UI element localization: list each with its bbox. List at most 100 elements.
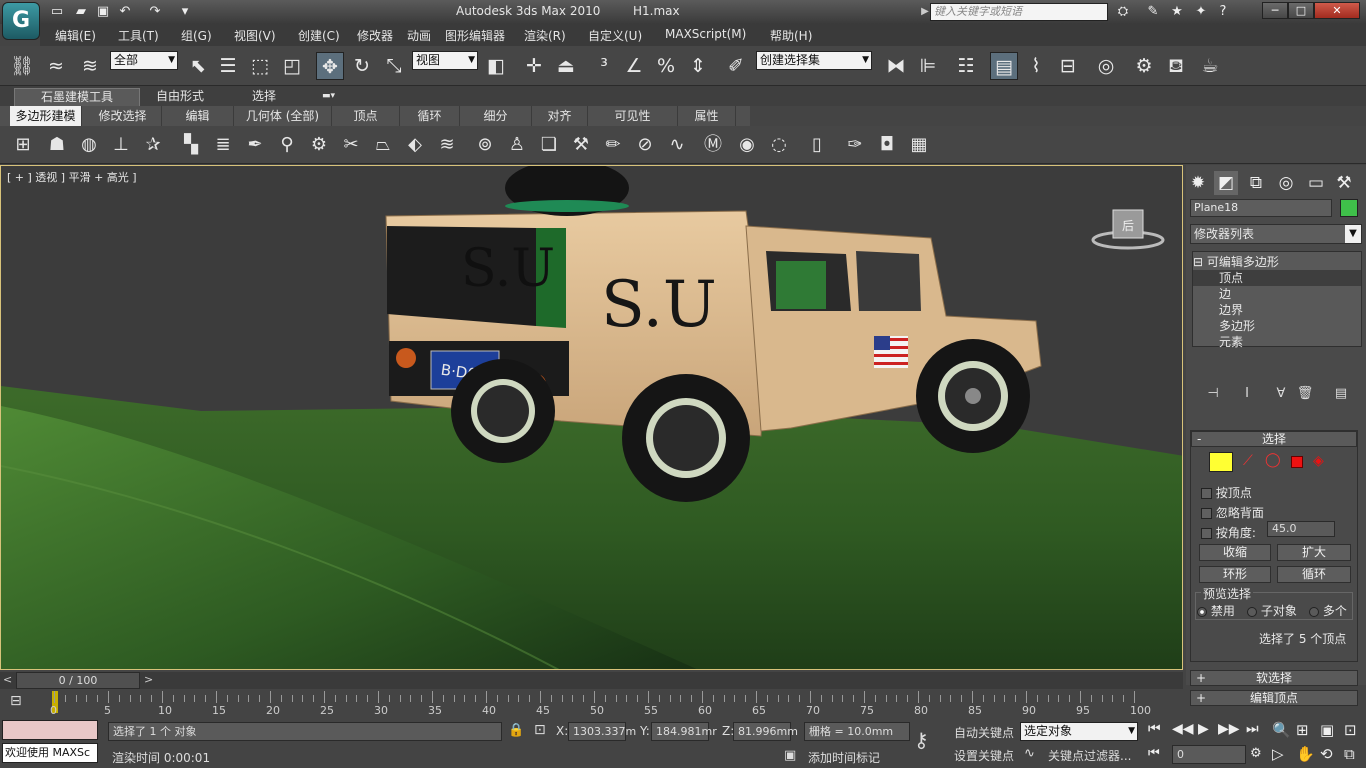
manipulate-icon[interactable]: ✛ [520, 52, 548, 80]
doc-icon[interactable]: ▯ [804, 132, 830, 158]
loop-button[interactable]: 循环 [1277, 566, 1351, 583]
menu-customize[interactable]: 自定义(U) [588, 27, 642, 44]
select-by-name-icon[interactable]: ☰ [214, 52, 242, 80]
pivot-center-icon[interactable]: ◧ [482, 52, 510, 80]
camera-icon[interactable]: ◘ [874, 132, 900, 158]
time-config-icon[interactable]: ⚙ [1250, 746, 1262, 761]
menu-maxscript[interactable]: MAXScript(M) [665, 27, 746, 41]
edge-mode-icon[interactable]: ⟋ [1243, 453, 1253, 469]
new-file-icon[interactable]: ▭ [48, 3, 66, 21]
configure-sets-icon[interactable]: ▤ [1332, 385, 1350, 403]
zoom-extents-icon[interactable]: ▣ [1320, 721, 1334, 739]
brush-icon[interactable]: ✒ [242, 132, 268, 158]
viewport-label[interactable]: [ + ] 透视 ] 平滑 + 高光 ] [7, 169, 137, 185]
preview-off-radio[interactable]: 禁用 [1197, 602, 1235, 619]
mirror-icon[interactable]: ⧓ [882, 52, 910, 80]
curve-editor-icon[interactable]: ⌇ [1022, 52, 1050, 80]
info-center-icon[interactable]: ✦ [1192, 3, 1210, 21]
pencil-icon[interactable]: ✏ [600, 132, 626, 158]
vertex-mode-icon[interactable] [1209, 452, 1233, 472]
utilities-tab-icon[interactable]: ⚒ [1332, 171, 1356, 195]
search-input[interactable]: 键入关键字或短语 [930, 3, 1108, 21]
tab-graphite-modeling[interactable]: 石墨建模工具 [14, 88, 140, 106]
key-mode-icon[interactable]: ∿ [1024, 746, 1035, 761]
modify-tab-icon[interactable]: ◩ [1214, 171, 1238, 195]
rendered-frame-icon[interactable]: ⛾ [1162, 52, 1190, 80]
remove-modifier-icon[interactable]: 🗑 [1296, 385, 1314, 403]
track-bar[interactable]: ⊟ 0 5 10 15 20 25 30 35 40 45 50 55 60 65 70 75 80 85 90 95… [0, 689, 1183, 717]
z-coordinate[interactable]: 81.996mm [733, 722, 798, 741]
select-object-icon[interactable]: ⬉ [184, 52, 212, 80]
panel-geometry-all[interactable]: 几何体 (全部) [234, 106, 332, 126]
compass-icon[interactable]: ⊘ [632, 132, 658, 158]
minimize-button[interactable]: ─ [1262, 2, 1288, 19]
time-slider[interactable]: < 0 / 100 > [0, 672, 1183, 689]
star-pin-icon[interactable]: ✰ [140, 132, 166, 158]
menu-modifiers[interactable]: 修改器 [357, 27, 393, 44]
selection-filter-dropdown[interactable]: 全部 ▼ [110, 51, 178, 70]
polygon-mode-icon[interactable] [1291, 456, 1303, 468]
app-menu-logo-icon[interactable]: G [2, 2, 40, 40]
ring-button[interactable]: 环形 [1199, 566, 1271, 583]
render-setup-icon[interactable]: ⚙ [1130, 52, 1158, 80]
menu-animation[interactable]: 动画 [407, 27, 431, 44]
absolute-mode-icon[interactable]: ⊡ [534, 722, 546, 738]
by-vertex-option[interactable]: 按顶点 [1201, 484, 1252, 501]
maximize-button[interactable]: □ [1288, 2, 1314, 19]
key-target-dropdown[interactable]: 选定对象 ▼ [1020, 722, 1138, 741]
panel-properties[interactable]: 属性 [678, 106, 736, 126]
modifier-list-dropdown[interactable]: 修改器列表 ▼ [1190, 224, 1362, 244]
favorites-icon[interactable]: ★ [1168, 3, 1186, 21]
wave-icon[interactable]: ≋ [434, 132, 460, 158]
by-angle-option[interactable]: 按角度: [1201, 524, 1256, 541]
ignore-backfacing-option[interactable]: 忽略背面 [1201, 504, 1264, 521]
rectangular-selection-icon[interactable]: ⬚ [246, 52, 274, 80]
set-key-button[interactable]: 设置关键点 [954, 747, 1014, 764]
grow-button[interactable]: 扩大 [1277, 544, 1351, 561]
maximize-viewport-icon[interactable]: ⧉ [1344, 745, 1355, 763]
layers-icon[interactable]: ≣ [210, 132, 236, 158]
panel-visibility[interactable]: 可见性 [588, 106, 678, 126]
preview-subobject-radio[interactable]: 子对象 [1247, 602, 1297, 619]
link-icon[interactable]: ⛓ [8, 52, 36, 80]
shrink-button[interactable]: 收缩 [1199, 544, 1271, 561]
edit-named-selection-icon[interactable]: ✐ [722, 52, 750, 80]
menu-group[interactable]: 组(G) [181, 27, 212, 44]
menu-graph-editors[interactable]: 图形编辑器 [445, 27, 505, 44]
object-color-swatch[interactable] [1340, 199, 1358, 217]
goto-start-icon[interactable]: ⏮ [1148, 721, 1161, 737]
binoculars-icon[interactable]: ⛭ [1114, 3, 1132, 21]
y-coordinate[interactable]: 184.981mr [651, 722, 717, 741]
checker-icon[interactable]: ▚ [178, 132, 204, 158]
next-frame-button-icon[interactable]: ▶▶ [1218, 721, 1240, 737]
graphite-toggle-icon[interactable]: ▤ [990, 52, 1018, 80]
panel-align[interactable]: 对齐 [532, 106, 588, 126]
pivot-icon[interactable]: ⊥ [108, 132, 134, 158]
spiral-icon[interactable]: ◌ [766, 132, 792, 158]
material-editor-icon[interactable]: ◎ [1092, 52, 1120, 80]
menu-rendering[interactable]: 渲染(R) [524, 27, 566, 44]
extrude-icon[interactable]: ⏢ [370, 132, 396, 158]
named-selection-dropdown[interactable]: 创建选择集 ▼ [756, 51, 872, 70]
panel-loops[interactable]: 循环 [400, 106, 460, 126]
window-crossing-icon[interactable]: ◰ [278, 52, 306, 80]
open-file-icon[interactable]: ▰ [72, 3, 90, 21]
angle-spinner[interactable]: 45.0 [1267, 521, 1335, 537]
menu-tools[interactable]: 工具(T) [118, 27, 159, 44]
tab-freeform[interactable]: 自由形式 [150, 88, 210, 106]
selection-rollout-header[interactable]: - 选择 [1191, 431, 1357, 447]
panel-polygon-modeling[interactable]: 多边形建模 [10, 106, 82, 126]
squiggle-icon[interactable]: ∿ [664, 132, 690, 158]
zoom-extents-all-icon[interactable]: ⊡ [1344, 721, 1357, 739]
menu-help[interactable]: 帮助(H) [770, 27, 812, 44]
make-unique-icon[interactable]: ∀ [1272, 385, 1290, 403]
set-key-icon[interactable]: ⚷ [914, 728, 929, 752]
unlink-icon[interactable]: ≈ [42, 52, 70, 80]
quick-access-dropdown-icon[interactable]: ▾ [176, 3, 194, 21]
mini-curve-editor-icon[interactable]: ⊟ [10, 693, 22, 709]
save-icon[interactable]: ▣ [94, 3, 112, 21]
time-slider-thumb[interactable]: 0 / 100 [16, 672, 140, 689]
perspective-viewport[interactable]: S.U S.U B·D0055 [ + ] 透视 ] 平滑 + [0, 165, 1183, 670]
stack-item-vertex[interactable]: 顶点 [1193, 270, 1361, 286]
zoom-all-icon[interactable]: ⊞ [1296, 721, 1309, 739]
